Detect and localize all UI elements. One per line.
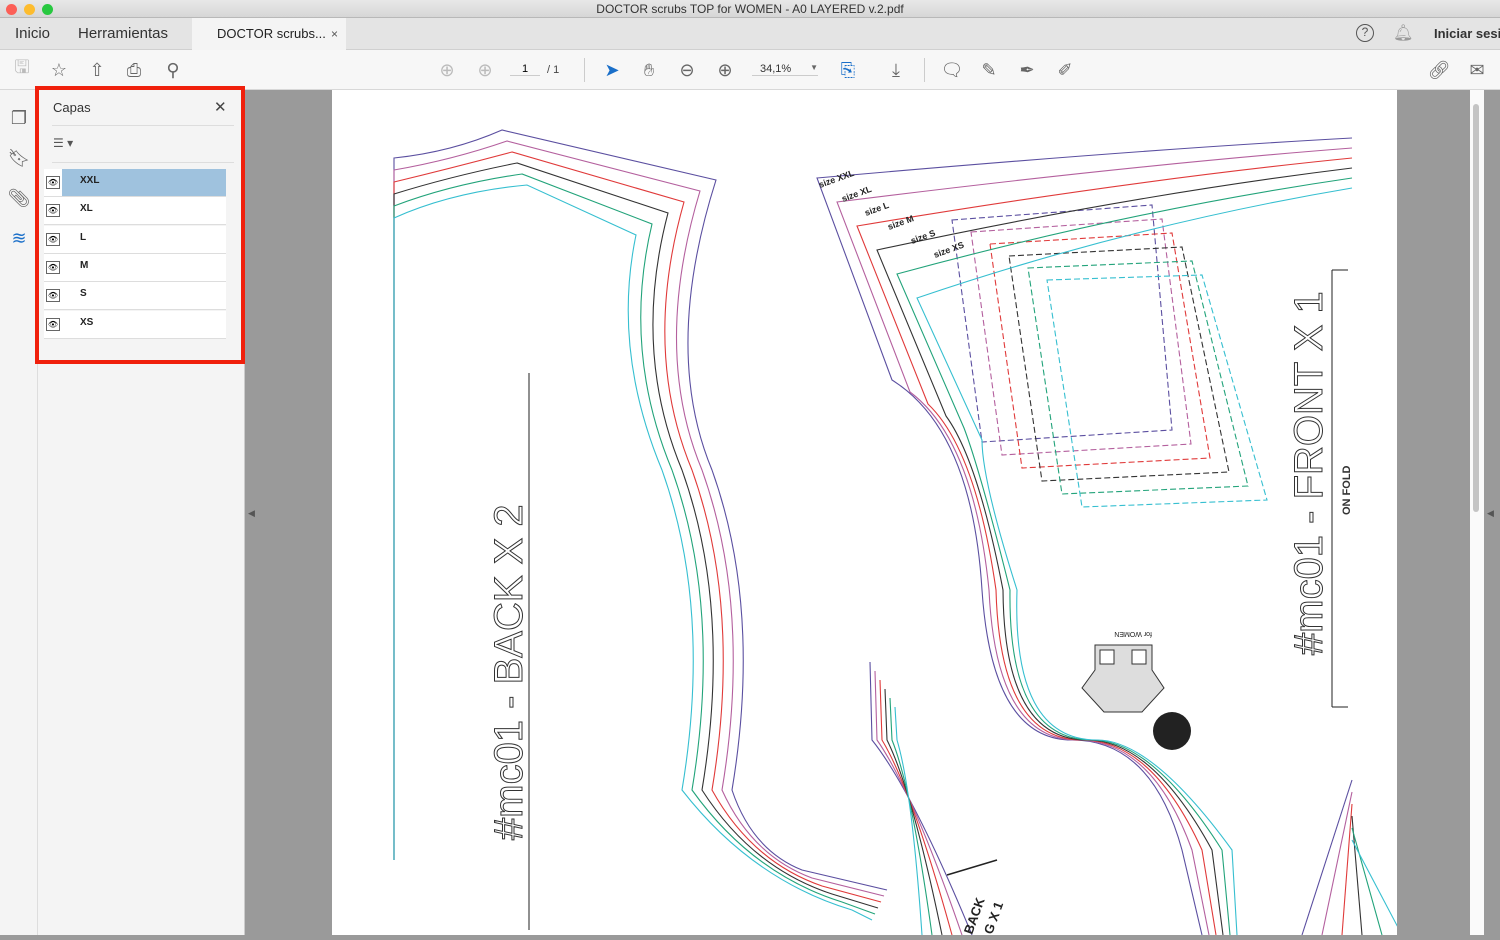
prev-page-icon[interactable]: ⊕ <box>435 58 459 82</box>
size-label: size M <box>886 213 915 232</box>
window-title: DOCTOR scrubs TOP for WOMEN - A0 LAYERED… <box>596 2 904 16</box>
on-fold-label: ON FOLD <box>1341 465 1353 515</box>
front-label: #mc01 - FRONT X 1 <box>1287 291 1331 655</box>
sign-in-link[interactable]: Iniciar sesión <box>1434 26 1500 41</box>
pattern-drawing: #mc01 - BACK X 2 #mc01 - FRONT X 1 ON FO… <box>393 129 1403 936</box>
page-total: / 1 <box>547 64 560 76</box>
size-label: size L <box>863 200 890 218</box>
pattern-line-xs <box>1046 274 1268 508</box>
pattern-line-xxl <box>951 204 1173 443</box>
highlight-pen-icon[interactable]: ✎ <box>977 58 1001 82</box>
svg-text:for WOMEN: for WOMEN <box>1114 630 1152 637</box>
sign-icon[interactable]: ✒ <box>1015 58 1039 82</box>
maximize-window-button[interactable] <box>42 4 53 15</box>
close-tab-icon[interactable]: × <box>331 18 338 50</box>
pattern-line-xs <box>393 184 873 921</box>
bell-icon[interactable]: 🔔︎ <box>1393 23 1413 43</box>
pattern-line-s <box>896 177 1353 936</box>
cloud-upload-icon[interactable]: ⇧ <box>85 58 109 82</box>
pattern-line-l <box>1341 803 1353 936</box>
back-label: #mc01 - BACK X 2 <box>487 504 531 840</box>
zoom-dropdown[interactable]: 34,1% ▼ <box>752 63 818 76</box>
hand-icon[interactable]: ✋︎ <box>637 58 661 82</box>
pattern-line-xl <box>393 140 885 897</box>
zoom-out-icon[interactable]: ⊖ <box>675 58 699 82</box>
pdf-page: #mc01 - BACK X 2 #mc01 - FRONT X 1 ON FO… <box>332 90 1403 936</box>
help-icon[interactable]: ? <box>1356 24 1374 42</box>
size-label: size XL <box>840 184 873 204</box>
share-link-icon[interactable]: 🔗︎ <box>1427 58 1451 82</box>
chevron-down-icon: ▼ <box>810 63 818 72</box>
tab-tools[interactable]: Herramientas <box>78 25 168 42</box>
mail-icon[interactable]: ✉ <box>1465 58 1489 82</box>
pattern-line-s <box>393 173 876 915</box>
pattern-line-s <box>1027 260 1249 495</box>
star-icon[interactable]: ☆ <box>47 58 71 82</box>
bookmark-icon[interactable]: 🔖︎ <box>7 146 31 170</box>
collapse-panel-icon[interactable]: ◀ <box>248 508 255 519</box>
close-window-button[interactable] <box>6 4 17 15</box>
divider <box>924 58 925 82</box>
pattern-line-s <box>1351 827 1383 936</box>
tab-home[interactable]: Inicio <box>15 25 50 42</box>
scroll-mode-icon[interactable]: ⤓ <box>884 58 908 82</box>
zoom-in-icon[interactable]: ⊕ <box>713 58 737 82</box>
toolbar: 🖫 ☆ ⇧ ⎙ ⚲ ⊕ ⊕ 1 / 1 ➤ ✋︎ ⊖ ⊕ 34,1% ▼ ⎘ ⤓… <box>0 50 1500 90</box>
pattern-line-m <box>876 167 1353 936</box>
pattern-line-xs <box>894 706 923 936</box>
scroll-thumb[interactable] <box>1473 104 1479 512</box>
pattern-line-l <box>393 151 882 903</box>
size-label: size XXL <box>817 168 856 190</box>
comment-icon[interactable]: 🗨︎ <box>940 58 964 82</box>
layers-icon[interactable]: ≋ <box>7 226 31 250</box>
garment-logo: for WOMEN <box>1081 630 1191 750</box>
pattern-line-xxl <box>393 129 888 891</box>
fit-page-icon[interactable]: ⎘ <box>836 58 860 82</box>
search-icon[interactable]: ⚲ <box>161 58 185 82</box>
print-icon[interactable]: ⎙ <box>122 58 146 82</box>
pattern-line-xxl <box>816 137 1353 936</box>
page-number-input[interactable]: 1 <box>510 63 540 76</box>
title-bar: DOCTOR scrubs TOP for WOMEN - A0 LAYERED… <box>0 0 1500 18</box>
pattern-line-l <box>856 157 1353 936</box>
pattern-line-m <box>393 162 879 909</box>
pattern-line-xs <box>1351 839 1403 936</box>
zoom-value: 34,1% <box>760 63 792 75</box>
attachment-icon[interactable]: 📎︎ <box>7 186 31 210</box>
left-rail: ❐ 🔖︎ 📎︎ ≋ <box>0 90 38 935</box>
edit-pdf-icon[interactable]: ✐ <box>1053 58 1077 82</box>
minimize-window-button[interactable] <box>24 4 35 15</box>
next-page-icon[interactable]: ⊕ <box>473 58 497 82</box>
pattern-line-xl <box>970 218 1192 456</box>
tab-document[interactable]: DOCTOR scrubs... × <box>192 18 346 50</box>
save-icon[interactable]: 🖫 <box>10 57 34 82</box>
highlight-box <box>35 86 245 364</box>
pages-icon[interactable]: ❐ <box>7 106 31 130</box>
divider <box>584 58 585 82</box>
document-tab-label: DOCTOR scrubs... <box>217 26 326 41</box>
size-label: size S <box>909 228 936 246</box>
tab-bar: Inicio Herramientas DOCTOR scrubs... × ? … <box>0 18 1500 50</box>
vertical-scrollbar[interactable] <box>1470 90 1484 935</box>
select-cursor-icon[interactable]: ➤ <box>600 58 624 82</box>
grainline-small <box>946 859 998 876</box>
expand-right-panel-icon[interactable]: ◀ <box>1487 508 1494 519</box>
